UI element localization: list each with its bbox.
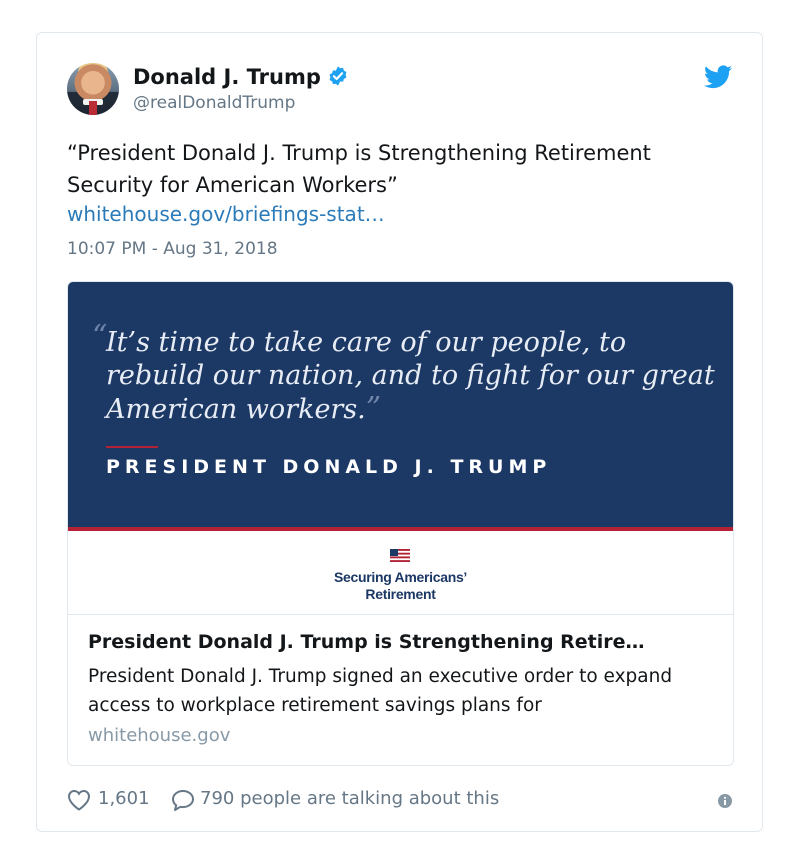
link-preview-card[interactable]: “It’s time to take care of our people, t… bbox=[67, 281, 734, 766]
red-divider bbox=[106, 446, 158, 448]
logo-text-line2: Retirement bbox=[365, 586, 436, 602]
card-domain: whitehouse.gov bbox=[88, 725, 231, 746]
tweet-text: “President Donald J. Trump is Strengthen… bbox=[67, 141, 651, 197]
card-description: President Donald J. Trump signed an exec… bbox=[88, 666, 673, 716]
logo-text-line1: Securing Americans’ bbox=[333, 569, 468, 585]
reply-bubble-icon[interactable] bbox=[171, 789, 195, 811]
initiative-logo: Securing Americans’ Retirement bbox=[68, 531, 733, 615]
avatar[interactable] bbox=[67, 63, 119, 115]
us-flag-icon bbox=[390, 549, 410, 562]
close-quote-mark: ” bbox=[365, 391, 382, 426]
card-title[interactable]: President Donald J. Trump is Strengtheni… bbox=[88, 631, 718, 653]
quote-banner-image: “It’s time to take care of our people, t… bbox=[68, 282, 733, 531]
user-display-name-row[interactable]: Donald J. Trump bbox=[133, 65, 349, 89]
banner-quote: “It’s time to take care of our people, t… bbox=[92, 320, 716, 426]
like-count[interactable]: 1,601 bbox=[98, 788, 150, 809]
tweet-link[interactable]: whitehouse.gov/briefings-stat… bbox=[67, 202, 385, 226]
banner-quote-text: It’s time to take care of our people, to… bbox=[106, 327, 715, 425]
verified-badge-icon bbox=[329, 66, 347, 86]
tweet-footer: 1,601 790 people are talking about this bbox=[67, 787, 732, 815]
info-icon[interactable] bbox=[718, 794, 732, 808]
tweet-embed-card[interactable]: Donald J. Trump @realDonaldTrump “Presid… bbox=[36, 32, 763, 832]
user-handle[interactable]: @realDonaldTrump bbox=[133, 93, 295, 113]
user-display-name[interactable]: Donald J. Trump bbox=[133, 65, 321, 89]
tweet-timestamp[interactable]: 10:07 PM - Aug 31, 2018 bbox=[67, 239, 278, 259]
heart-icon[interactable] bbox=[67, 789, 91, 811]
conversation-link[interactable]: 790 people are talking about this bbox=[200, 788, 499, 809]
banner-attribution: PRESIDENT DONALD J. TRUMP bbox=[106, 456, 552, 478]
open-quote-mark: “ bbox=[92, 319, 108, 354]
twitter-bird-icon[interactable] bbox=[704, 65, 732, 89]
tweet-header: Donald J. Trump @realDonaldTrump bbox=[67, 63, 732, 119]
